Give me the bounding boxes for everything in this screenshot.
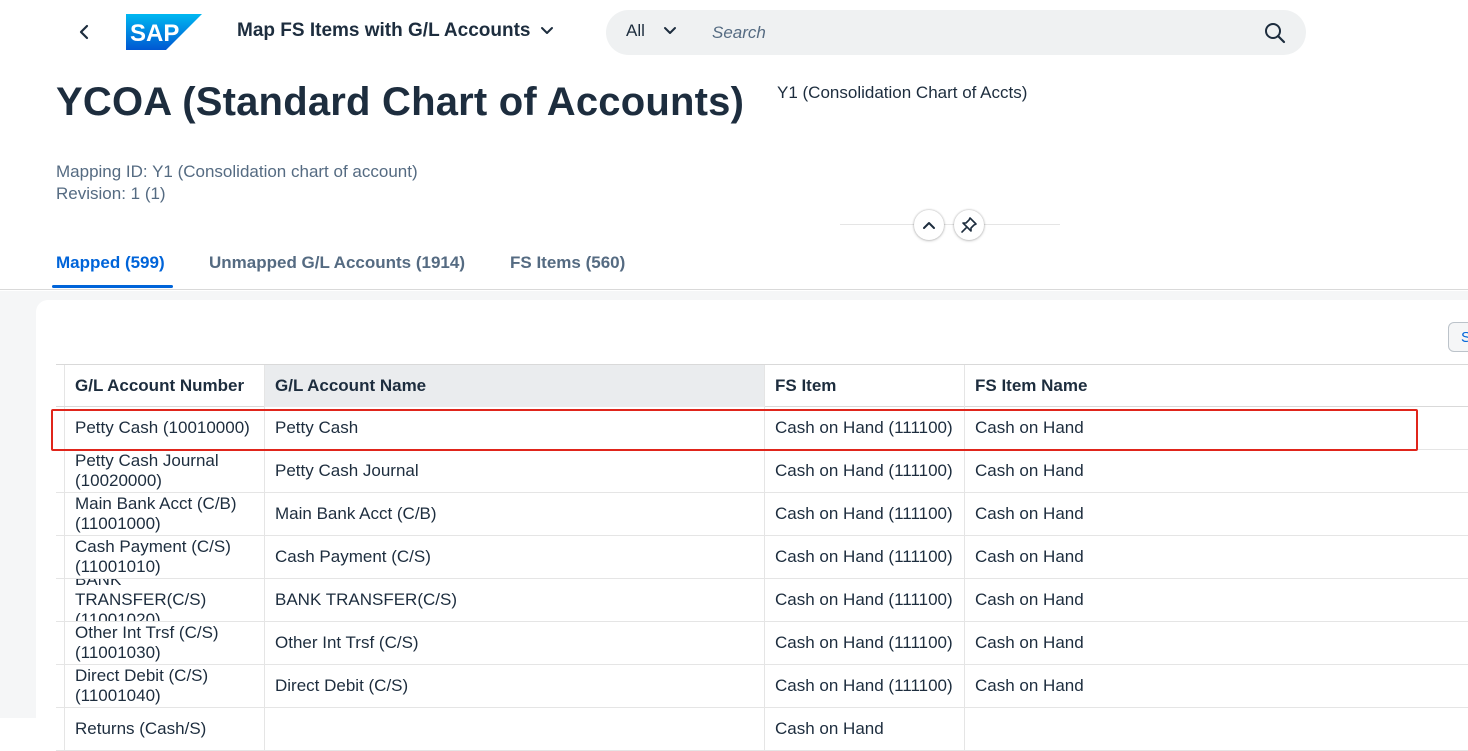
- cell-gl-account-number: Petty Cash (10010000): [65, 407, 265, 449]
- cell-gl-account-number: Petty Cash Journal (10020000): [65, 450, 265, 492]
- row-selector[interactable]: [56, 493, 65, 535]
- sap-logo[interactable]: SAP: [126, 14, 202, 50]
- cell-fs-item: Cash on Hand (111100): [765, 493, 965, 535]
- table-row[interactable]: Main Bank Acct (C/B) (11001000) Main Bank…: [56, 493, 1468, 536]
- cell-fs-item: Cash on Hand: [765, 708, 965, 750]
- cell-fs-item-name: Cash on Hand: [975, 590, 1084, 609]
- cell-fs-item-name: Cash on Hand: [975, 418, 1084, 437]
- cell-fs-item: Cash on Hand (111100): [765, 407, 965, 449]
- row-selector[interactable]: [56, 536, 65, 578]
- mapped-accounts-table: G/L Account Number G/L Account Name FS I…: [56, 364, 1468, 751]
- cell-gl-account-number: BANK TRANSFER(C/S) (11001020): [65, 579, 265, 621]
- table-body: Petty Cash (10010000) Petty Cash Cash on H…: [56, 407, 1468, 751]
- pin-icon: [961, 217, 977, 233]
- cell-gl-account-name: BANK TRANSFER(C/S): [265, 579, 765, 621]
- tab-mapped[interactable]: Mapped (599): [56, 253, 165, 273]
- column-header-fs-item[interactable]: FS Item: [765, 365, 965, 407]
- cell-fs-item: Cash on Hand (111100): [765, 622, 965, 664]
- row-selector[interactable]: [56, 665, 65, 707]
- cell-fs-item: Cash on Hand (111100): [765, 579, 965, 621]
- sap-logo-text: SAP: [130, 20, 179, 47]
- cell-gl-account-name: Main Bank Acct (C/B): [265, 493, 765, 535]
- cell-gl-account-name: Petty Cash: [265, 407, 765, 449]
- chevron-down-icon: [663, 27, 676, 34]
- row-selector[interactable]: [56, 579, 65, 621]
- active-tab-indicator: [52, 285, 173, 288]
- tab-bar: Mapped (599) Unmapped G/L Accounts (1914…: [0, 240, 1468, 290]
- row-selector[interactable]: [56, 407, 65, 449]
- tab-fs-items[interactable]: FS Items (560): [510, 253, 625, 273]
- page-title: YCOA (Standard Chart of Accounts): [56, 80, 745, 124]
- row-selector[interactable]: [56, 708, 65, 750]
- cell-gl-account-name: Petty Cash Journal: [265, 450, 765, 492]
- cell-gl-account-name: Other Int Trsf (C/S): [265, 622, 765, 664]
- cell-gl-account-number: Main Bank Acct (C/B) (11001000): [65, 493, 265, 535]
- page-subtitle: Y1 (Consolidation Chart of Accts): [777, 83, 1028, 102]
- table-row[interactable]: Direct Debit (C/S) (11001040) Direct Debi…: [56, 665, 1468, 708]
- search-input[interactable]: [712, 19, 1252, 47]
- search-button[interactable]: [1262, 20, 1288, 46]
- cell-gl-account-number: Cash Payment (C/S) (11001010): [65, 536, 265, 578]
- cell-fs-item-name: Cash on Hand: [975, 547, 1084, 566]
- cell-fs-item-name: Cash on Hand: [975, 504, 1084, 523]
- collapse-header-button[interactable]: [914, 210, 944, 240]
- cell-fs-item-name: Cash on Hand: [975, 461, 1084, 480]
- chevron-down-icon: [541, 27, 554, 34]
- cell-fs-item: Cash on Hand (111100): [765, 450, 965, 492]
- table-row[interactable]: Cash Payment (C/S) (11001010) Cash Paymen…: [56, 536, 1468, 579]
- cell-fs-item-name: Cash on Hand: [975, 676, 1084, 695]
- cell-gl-account-name: [265, 708, 765, 750]
- table-header-row: G/L Account Number G/L Account Name FS I…: [56, 364, 1468, 407]
- tab-unmapped-gl-accounts[interactable]: Unmapped G/L Accounts (1914): [209, 253, 465, 273]
- chevron-up-icon: [923, 222, 935, 229]
- app-title-menu[interactable]: Map FS Items with G/L Accounts: [237, 20, 554, 42]
- table-row[interactable]: Returns (Cash/S) Cash on Hand: [56, 708, 1468, 751]
- search-scope-value: All: [626, 21, 645, 40]
- search-field: All: [606, 10, 1306, 55]
- row-selector[interactable]: [56, 622, 65, 664]
- table-toolbar-button[interactable]: S: [1448, 322, 1468, 352]
- header-divider: [840, 224, 1060, 225]
- cell-fs-item-name: [965, 708, 1468, 750]
- row-selector[interactable]: [56, 450, 65, 492]
- cell-gl-account-number: Other Int Trsf (C/S) (11001030): [65, 622, 265, 664]
- cell-gl-account-name: Direct Debit (C/S): [265, 665, 765, 707]
- revision-attribute: Revision: 1 (1): [56, 184, 166, 203]
- cell-gl-account-name: Cash Payment (C/S): [265, 536, 765, 578]
- chevron-left-icon: [79, 24, 89, 40]
- table-row[interactable]: Petty Cash (10010000) Petty Cash Cash on H…: [56, 407, 1468, 450]
- column-header-gl-account-number[interactable]: G/L Account Number: [65, 365, 265, 407]
- cell-gl-account-number: Returns (Cash/S): [65, 708, 265, 750]
- column-header-fs-item-name[interactable]: FS Item Name: [965, 365, 1468, 407]
- cell-fs-item: Cash on Hand (111100): [765, 536, 965, 578]
- search-scope-select[interactable]: All: [626, 21, 677, 41]
- mapping-id-attribute: Mapping ID: Y1 (Consolidation chart of a…: [56, 162, 418, 181]
- selection-column: [56, 365, 65, 406]
- cell-gl-account-number: Direct Debit (C/S) (11001040): [65, 665, 265, 707]
- table-row[interactable]: Other Int Trsf (C/S) (11001030) Other Int…: [56, 622, 1468, 665]
- table-row[interactable]: Petty Cash Journal (10020000) Petty Cash …: [56, 450, 1468, 493]
- table-row[interactable]: BANK TRANSFER(C/S) (11001020) BANK TRANSF…: [56, 579, 1468, 622]
- back-button[interactable]: [70, 18, 98, 46]
- pin-header-button[interactable]: [954, 210, 984, 240]
- cell-fs-item: Cash on Hand (111100): [765, 665, 965, 707]
- column-header-gl-account-name[interactable]: G/L Account Name: [265, 365, 765, 407]
- shell-bar: SAP Map FS Items with G/L Accounts All: [0, 0, 1468, 64]
- cell-fs-item-name: Cash on Hand: [975, 633, 1084, 652]
- app-title: Map FS Items with G/L Accounts: [237, 20, 531, 41]
- search-icon: [1265, 23, 1286, 44]
